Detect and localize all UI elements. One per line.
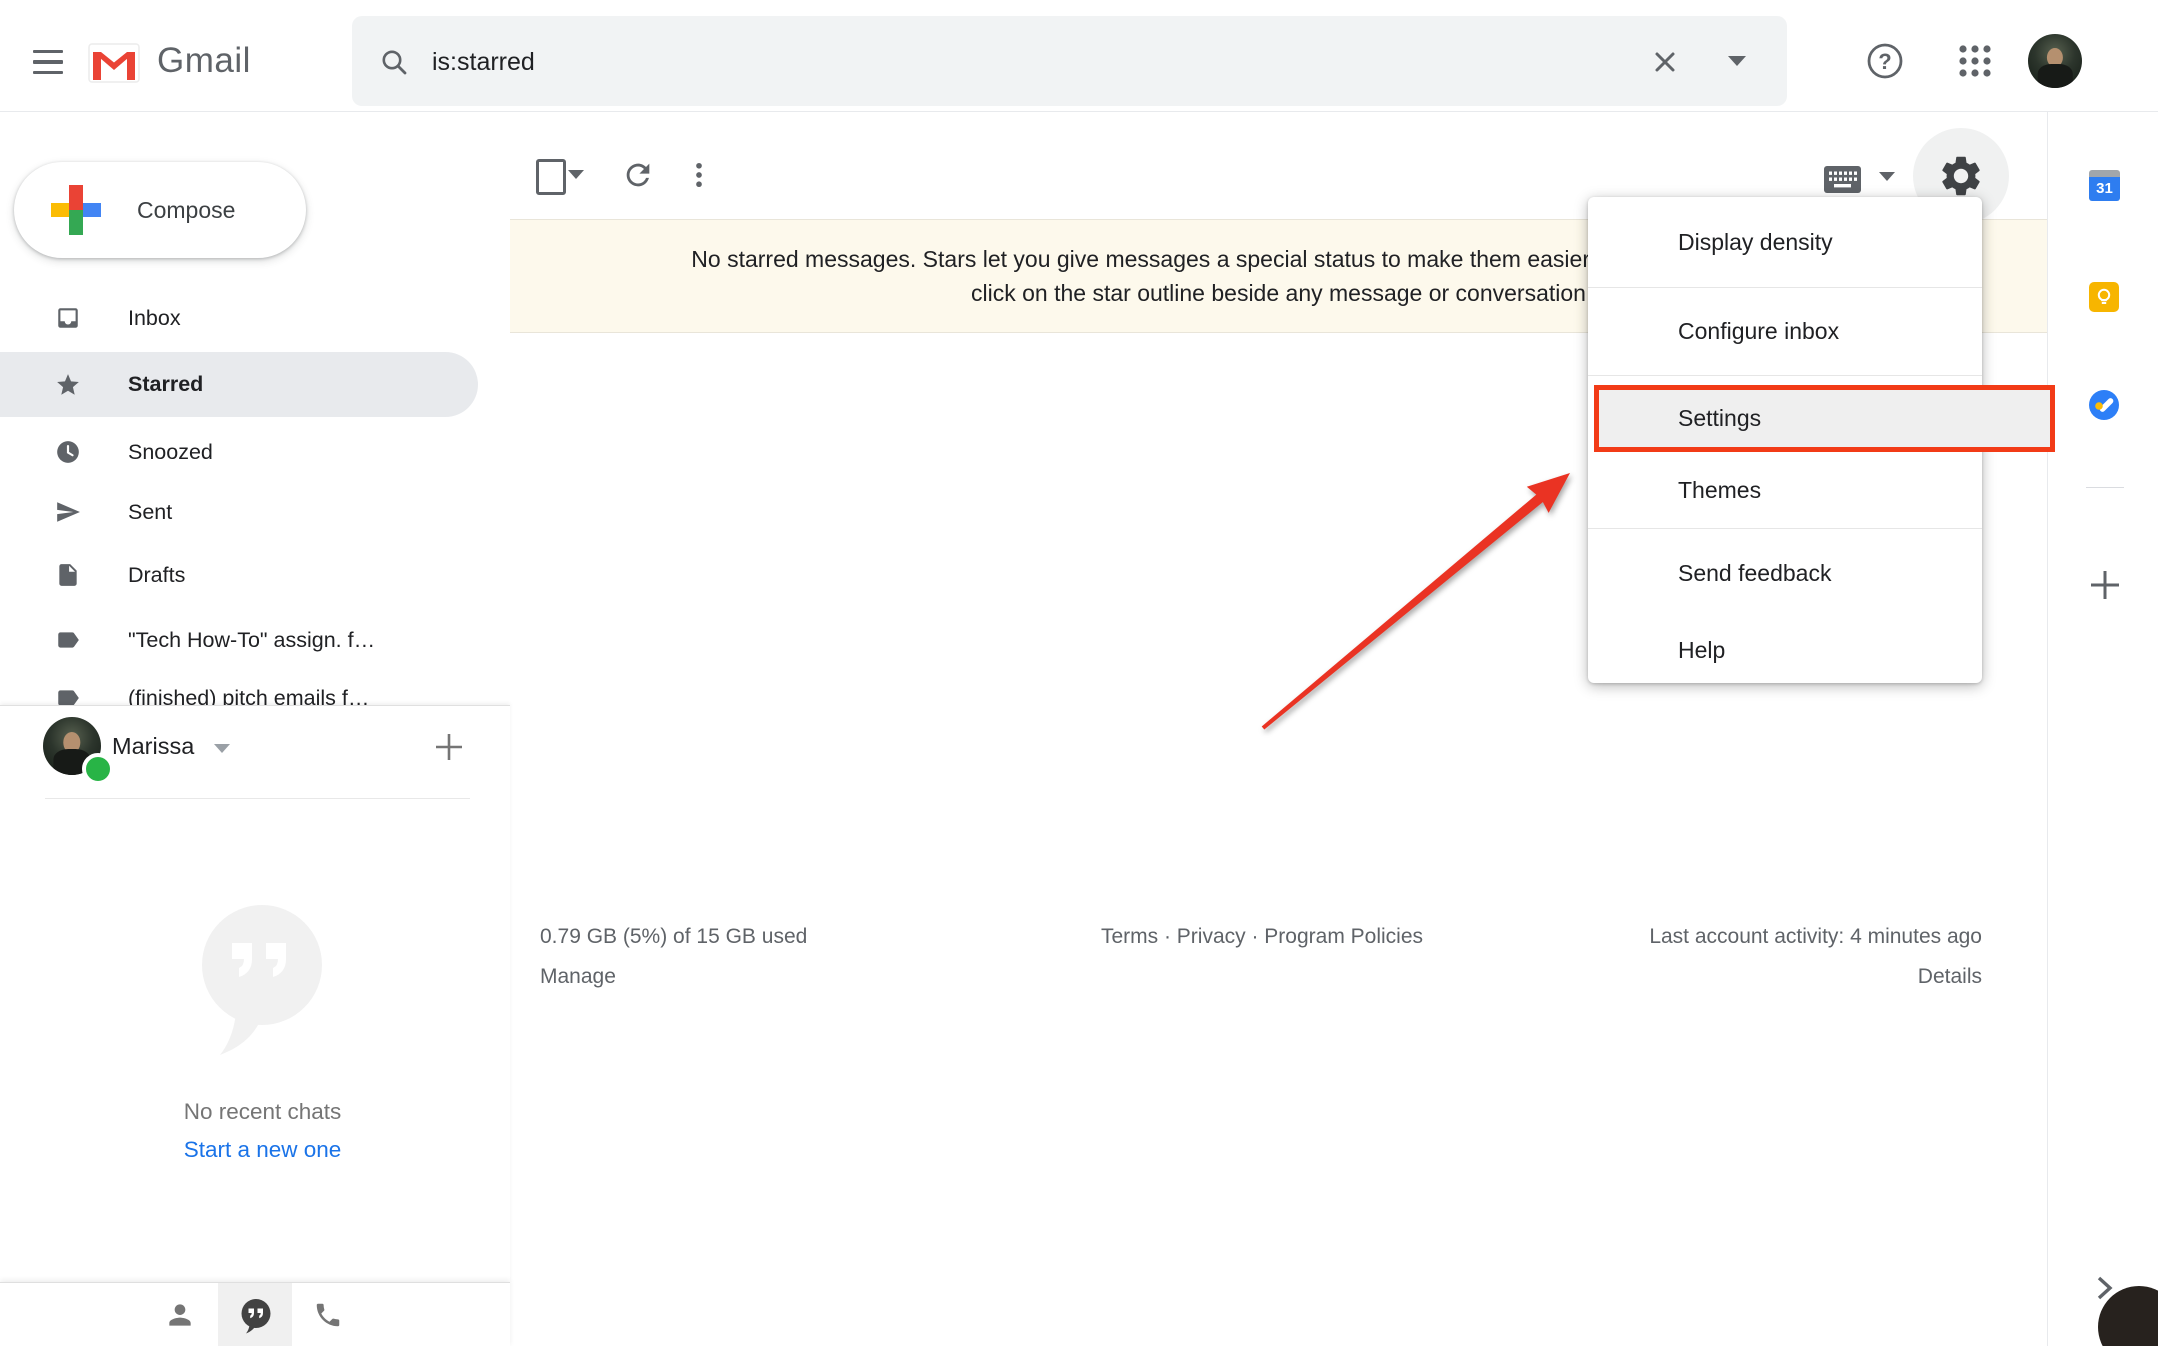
menu-item-send-feedback[interactable]: Send feedback [1588,528,1982,618]
label-tag-icon [55,627,81,653]
sidebar-item-label-tech-howto[interactable]: "Tech How-To" assign. f… [0,608,478,672]
clear-search-icon[interactable] [1650,47,1680,80]
last-activity-text: Last account activity: 4 minutes ago [1649,925,1982,949]
settings-menu: Display density Configure inbox Settings… [1588,197,1982,683]
send-icon [55,499,81,525]
svg-text:?: ? [1878,49,1891,74]
menu-item-themes[interactable]: Themes [1588,452,1982,528]
star-icon [55,372,81,398]
gmail-app: Gmail ? [0,0,2158,1346]
start-new-chat-link[interactable]: Start a new one [10,1137,515,1163]
new-chat-plus-icon[interactable] [430,728,468,769]
main-menu-icon[interactable] [22,36,74,88]
sidebar-item-drafts[interactable]: Drafts [0,543,478,607]
menu-item-settings-highlighted[interactable]: Settings [1594,385,2055,452]
hangouts-panel: Marissa No recent chats Start a new one [0,705,510,1283]
right-side-panel: 31 [2047,111,2158,1346]
app-title: Gmail [157,41,251,81]
select-dropdown-chevron-icon[interactable] [568,170,584,179]
search-bar[interactable] [352,16,1787,106]
sidebar-item-starred[interactable]: Starred [0,352,478,417]
compose-label: Compose [137,197,235,224]
search-icon [380,48,408,76]
chat-user-name[interactable]: Marissa [112,733,194,760]
manage-storage-link[interactable]: Manage [540,965,616,989]
clock-icon [55,439,81,465]
select-all-checkbox[interactable] [536,159,566,195]
input-tools-keyboard-icon[interactable] [1824,166,1861,196]
hangouts-tab-icon[interactable] [239,1298,273,1337]
sidebar-item-sent[interactable]: Sent [0,480,478,544]
inbox-icon [55,305,81,331]
search-input[interactable] [430,16,1584,108]
help-icon[interactable]: ? [1863,39,1907,86]
refresh-icon[interactable] [621,158,655,195]
top-bar: Gmail ? [0,0,2158,112]
legal-links[interactable]: Terms · Privacy · Program Policies [862,925,1662,949]
calendar-icon[interactable]: 31 [2089,170,2120,201]
input-tools-chevron-icon[interactable] [1879,172,1895,181]
contacts-tab-person-icon[interactable] [164,1299,196,1334]
keep-icon[interactable] [2089,282,2119,312]
annotation-arrow [1240,450,1600,750]
gmail-logo-icon [88,43,140,83]
menu-item-help[interactable]: Help [1588,618,1982,683]
calendar-day-number: 31 [2089,177,2120,201]
apps-grid-icon[interactable] [1953,39,1997,86]
draft-file-icon [55,562,81,588]
more-options-icon[interactable] [682,158,716,195]
activity-details-link[interactable]: Details [1918,965,1982,989]
sidebar-item-snoozed[interactable]: Snoozed [0,420,478,484]
compose-button[interactable]: Compose [14,162,306,258]
no-recent-chats-text: No recent chats [10,1099,515,1125]
gear-icon [1937,152,1985,200]
phone-tab-icon[interactable] [313,1300,343,1333]
tasks-icon[interactable] [2089,390,2119,420]
chat-tab-bar [0,1282,510,1346]
divider [2086,487,2124,488]
divider [45,798,470,799]
sidebar-item-inbox[interactable]: Inbox [0,286,478,350]
divider [1588,375,1982,376]
chat-status-chevron-icon[interactable] [214,744,230,753]
menu-item-display-density[interactable]: Display density [1588,197,1982,287]
menu-item-configure-inbox[interactable]: Configure inbox [1588,287,1982,375]
search-options-chevron-icon[interactable] [1728,56,1746,66]
account-avatar[interactable] [2028,34,2082,88]
add-addon-plus-icon[interactable] [2086,566,2124,607]
compose-plus-icon [51,185,101,235]
presence-dot [82,753,114,785]
storage-usage-text: 0.79 GB (5%) of 15 GB used [540,925,807,949]
hangouts-balloon-icon [196,903,328,1059]
